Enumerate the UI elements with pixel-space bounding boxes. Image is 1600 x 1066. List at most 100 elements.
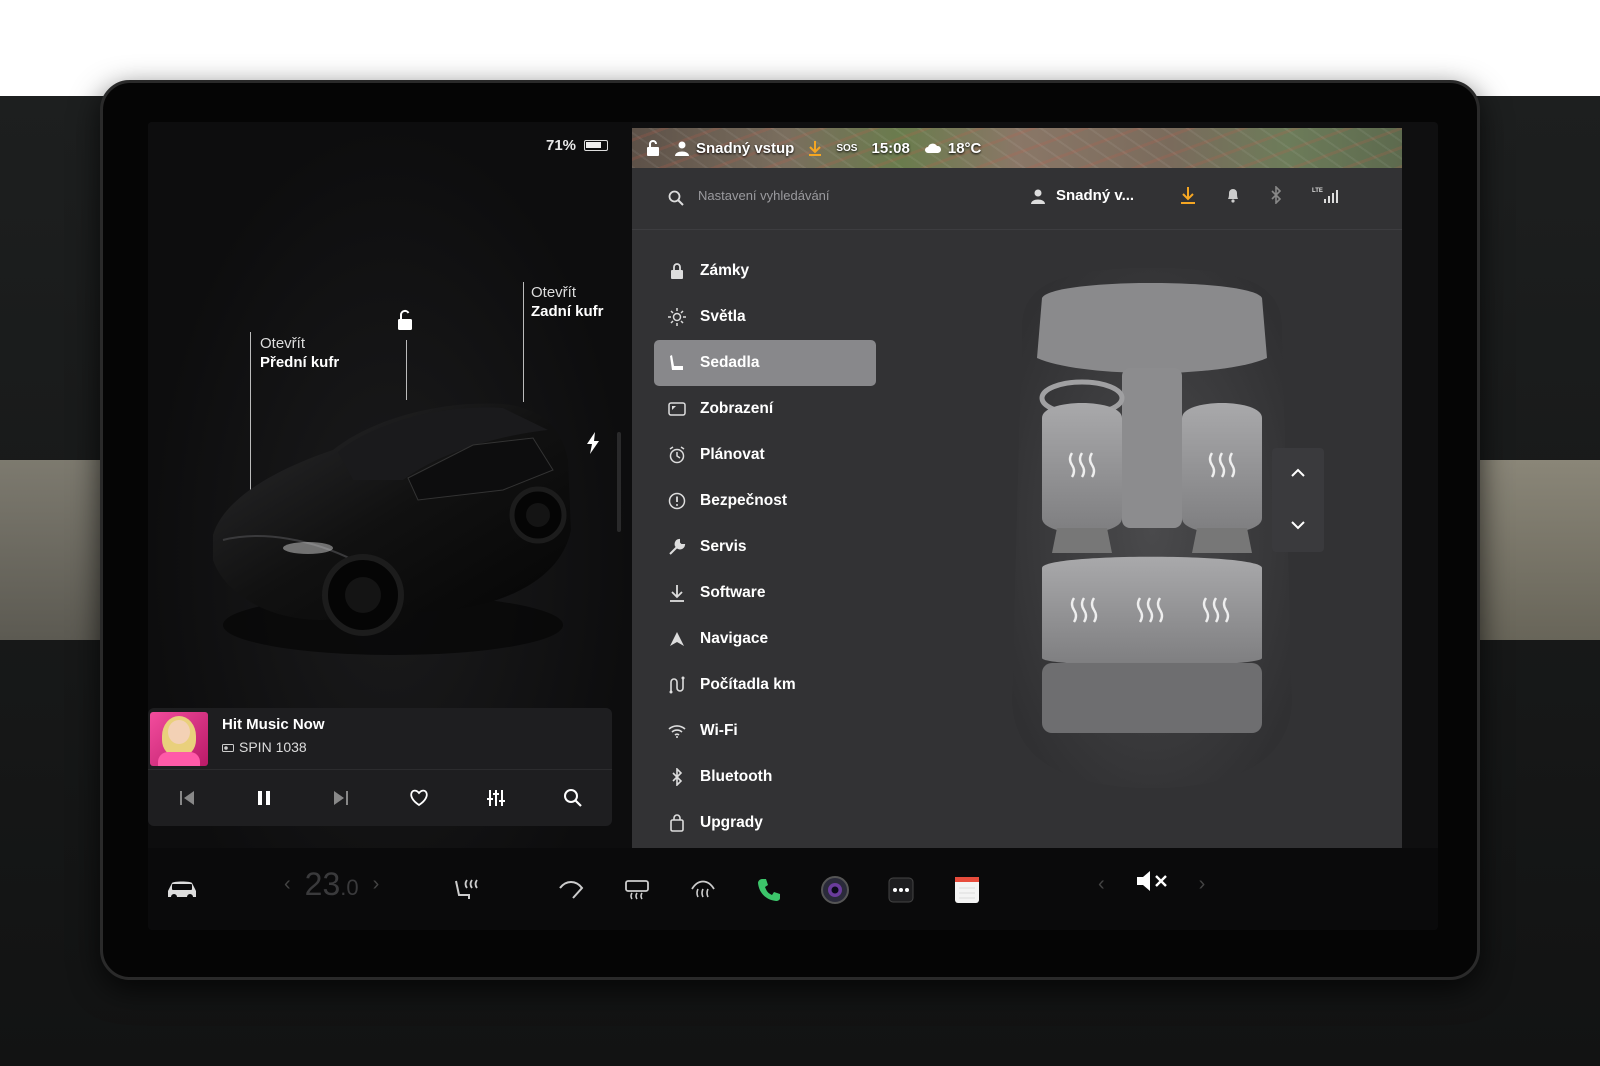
- battery-percent: 71%: [546, 137, 577, 154]
- menu-item-lights[interactable]: Světla: [654, 294, 876, 340]
- more-apps-button[interactable]: [881, 870, 921, 910]
- driver-profile-name: Snadný v...: [1056, 187, 1135, 204]
- car-controls-button[interactable]: [162, 870, 202, 910]
- menu-item-navigation[interactable]: Navigace: [654, 616, 876, 662]
- pane-resize-handle[interactable]: [617, 432, 621, 532]
- settings-search-input[interactable]: [698, 188, 998, 203]
- wifi-icon: [668, 722, 686, 740]
- mute-speaker-icon[interactable]: [1135, 870, 1169, 898]
- front-trunk-action: Otevřít: [260, 335, 306, 352]
- lte-signal-icon: LTE: [1312, 186, 1340, 209]
- music-player: Hit Music Now SPIN 1038: [148, 708, 612, 826]
- bluetooth-status-icon[interactable]: [1270, 185, 1282, 209]
- front-defrost-button[interactable]: [683, 870, 723, 910]
- album-art[interactable]: [150, 712, 208, 766]
- display-icon: [668, 400, 686, 418]
- bottom-dock: ‹ 23.0 › ‹ ›: [148, 848, 1438, 930]
- bag-icon: [668, 814, 686, 832]
- next-track-button[interactable]: [324, 781, 358, 815]
- menu-label: Světla: [700, 308, 746, 325]
- notification-bell-icon[interactable]: [1226, 187, 1240, 208]
- menu-label: Navigace: [700, 630, 769, 647]
- menu-label: Bluetooth: [700, 768, 773, 785]
- temp-decrease-button[interactable]: ‹: [284, 873, 291, 896]
- seat-heater-button[interactable]: [446, 870, 486, 910]
- temp-decimal: .0: [340, 875, 359, 900]
- chevron-up-icon[interactable]: [1290, 465, 1306, 483]
- equalizer-button[interactable]: [479, 781, 513, 815]
- weather: 18°C: [924, 140, 981, 157]
- music-search-button[interactable]: [556, 781, 590, 815]
- volume-decrease-button[interactable]: ‹: [1098, 873, 1105, 896]
- settings-header: Snadný v... LTE: [632, 168, 1402, 230]
- temp-increase-button[interactable]: ›: [373, 873, 380, 896]
- radio-icon: [222, 739, 234, 755]
- rear-defrost-button[interactable]: [617, 870, 657, 910]
- seat-scroll-control: [1272, 448, 1324, 552]
- status-download-icon[interactable]: [808, 140, 822, 156]
- menu-item-safety[interactable]: Bezpečnost: [654, 478, 876, 524]
- light-icon: [668, 308, 686, 326]
- battery-status: 71%: [546, 137, 609, 154]
- menu-item-software[interactable]: Software: [654, 570, 876, 616]
- status-bar: Snadný vstup SOS 15:08 18°C: [632, 128, 1402, 168]
- previous-track-button[interactable]: [170, 781, 204, 815]
- menu-item-wifi[interactable]: Wi-Fi: [654, 708, 876, 754]
- song-title: Hit Music Now: [222, 716, 325, 733]
- menu-label: Zobrazení: [700, 400, 774, 417]
- menu-label: Wi-Fi: [700, 722, 738, 739]
- volume-increase-button[interactable]: ›: [1199, 873, 1206, 896]
- menu-label: Upgrady: [700, 814, 763, 831]
- sos-indicator[interactable]: SOS: [836, 143, 857, 154]
- rear-bench[interactable]: [1042, 556, 1262, 733]
- favorite-heart-button[interactable]: [402, 781, 436, 815]
- rear-trunk-leader-line: [523, 282, 524, 402]
- sos-label: SOS: [836, 142, 858, 154]
- front-trunk-button[interactable]: Otevřít Přední kufr: [260, 334, 339, 372]
- person-icon: [1031, 189, 1045, 204]
- search-icon: [668, 190, 684, 211]
- menu-item-display[interactable]: Zobrazení: [654, 386, 876, 432]
- settings-menu: Zámky Světla Sedadla Zobrazení Plánovat …: [654, 248, 876, 846]
- download-icon: [668, 584, 686, 602]
- bluetooth-icon: [668, 768, 686, 786]
- menu-label: Sedadla: [700, 354, 760, 371]
- phone-button[interactable]: [749, 870, 789, 910]
- software-download-icon[interactable]: [1180, 186, 1196, 209]
- pause-button[interactable]: [247, 781, 281, 815]
- charge-port-icon[interactable]: [585, 432, 601, 459]
- menu-label: Servis: [700, 538, 747, 555]
- driver-profile-button[interactable]: Snadný v...: [1030, 187, 1134, 204]
- chevron-down-icon[interactable]: [1290, 517, 1306, 535]
- temp-whole: 23: [304, 866, 341, 902]
- menu-label: Software: [700, 584, 766, 601]
- station-name: SPIN 1038: [239, 739, 307, 755]
- menu-label: Plánovat: [700, 446, 765, 463]
- menu-item-seats[interactable]: Sedadla: [654, 340, 876, 386]
- rear-trunk-button[interactable]: Otevřít Zadní kufr: [531, 283, 604, 321]
- seat-icon: [668, 354, 686, 372]
- wrench-icon: [668, 538, 686, 556]
- temperature-value[interactable]: 23.0: [305, 866, 359, 903]
- person-icon: [675, 141, 689, 156]
- navigation-arrow-icon: [668, 630, 686, 648]
- door-lock-status-icon[interactable]: [646, 140, 660, 156]
- info-circle-icon: [668, 492, 686, 510]
- camera-button[interactable]: [815, 870, 855, 910]
- car-visualization-pane: 71% Otevřít Přední kufr Otevřít Zadní ku…: [148, 122, 632, 848]
- menu-label: Bezpečnost: [700, 492, 787, 509]
- menu-item-trips[interactable]: Počítadla km: [654, 662, 876, 708]
- calendar-button[interactable]: [947, 870, 987, 910]
- alarm-clock-icon: [668, 446, 686, 464]
- menu-item-service[interactable]: Servis: [654, 524, 876, 570]
- svg-text:LTE: LTE: [1312, 188, 1323, 194]
- touchscreen: 71% Otevřít Přední kufr Otevřít Zadní ku…: [148, 122, 1438, 930]
- wiper-button[interactable]: [551, 870, 591, 910]
- status-profile[interactable]: Snadný vstup: [674, 140, 794, 157]
- menu-item-schedule[interactable]: Plánovat: [654, 432, 876, 478]
- unlock-icon[interactable]: [393, 309, 417, 338]
- menu-item-bluetooth[interactable]: Bluetooth: [654, 754, 876, 800]
- battery-icon: [584, 140, 609, 151]
- menu-item-upgrades[interactable]: Upgrady: [654, 800, 876, 846]
- menu-item-locks[interactable]: Zámky: [654, 248, 876, 294]
